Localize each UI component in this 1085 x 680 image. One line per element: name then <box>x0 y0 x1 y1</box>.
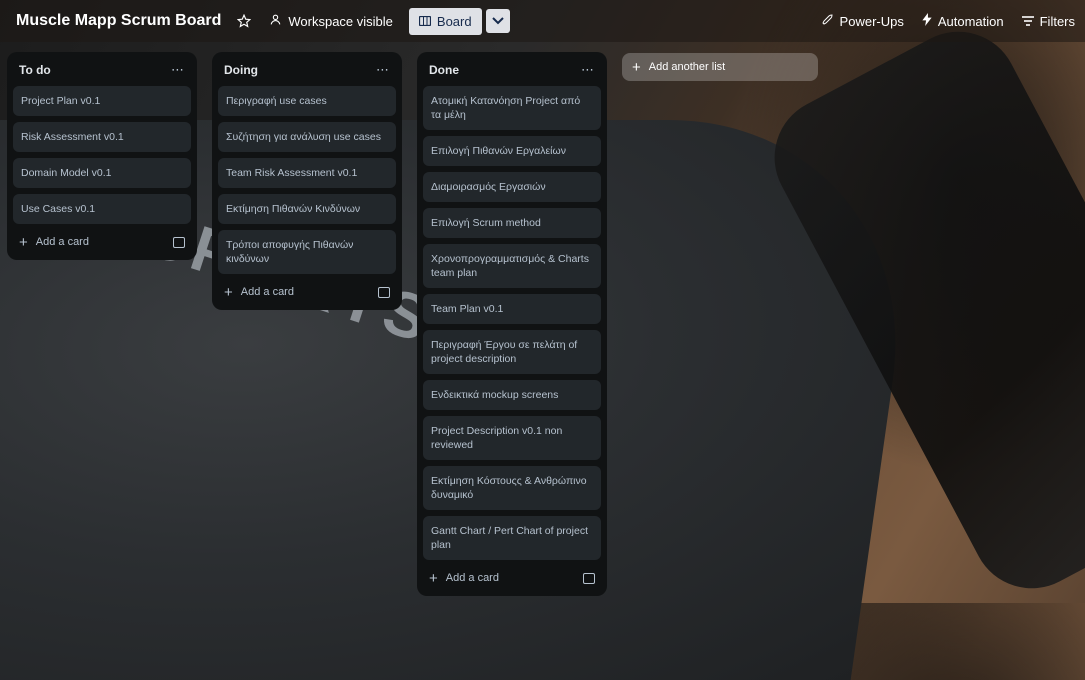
add-list-button[interactable]: + Add another list <box>622 53 818 81</box>
list-header: Doing ⋯ <box>212 52 402 86</box>
board-view-label: Board <box>436 13 472 29</box>
plus-icon: + <box>224 283 233 301</box>
more-icon[interactable]: ⋯ <box>581 62 595 78</box>
filters-button[interactable]: Filters <box>1021 13 1075 29</box>
card[interactable]: Περιγραφή use cases <box>218 86 396 116</box>
add-card-row: + Add a card <box>7 230 197 252</box>
card[interactable]: Συζήτηση για ανάλυση use cases <box>218 122 396 152</box>
lightning-icon <box>922 13 932 29</box>
more-icon[interactable]: ⋯ <box>171 62 185 78</box>
list-title[interactable]: Done <box>429 63 459 77</box>
card[interactable]: Domain Model v0.1 <box>13 158 191 188</box>
add-card-button[interactable]: + Add a card <box>224 283 294 301</box>
list-to-do: To do ⋯ Project Plan v0.1 Risk Assessmen… <box>7 52 197 260</box>
board-view-button[interactable]: Board <box>408 7 482 35</box>
rocket-icon <box>821 13 834 29</box>
visibility-button[interactable]: Workspace visible <box>269 13 393 29</box>
plus-icon: + <box>632 58 641 76</box>
card[interactable]: Project Plan v0.1 <box>13 86 191 116</box>
template-icon[interactable] <box>378 286 390 298</box>
card[interactable]: Team Risk Assessment v0.1 <box>218 158 396 188</box>
card[interactable]: Project Description v0.1 non reviewed <box>423 416 601 460</box>
board-header: Muscle Mapp Scrum Board Workspace visibl… <box>0 0 1085 42</box>
filter-icon <box>1021 14 1034 29</box>
card[interactable]: Εκτίμηση Πιθανών Κινδύνων <box>218 194 396 224</box>
card[interactable]: Επιλογή Πιθανών Εργαλείων <box>423 136 601 166</box>
template-icon[interactable] <box>173 236 185 248</box>
card[interactable]: Επιλογή Scrum method <box>423 208 601 238</box>
template-icon[interactable] <box>583 572 595 584</box>
card[interactable]: Χρονοπρογραμματισμός & Charts team plan <box>423 244 601 288</box>
add-list-label: Add another list <box>648 61 726 73</box>
chevron-down-icon[interactable] <box>485 9 510 33</box>
card[interactable]: Risk Assessment v0.1 <box>13 122 191 152</box>
add-card-label: Add a card <box>445 572 499 584</box>
card[interactable]: Περιγραφή Έργου σε πελάτη of project des… <box>423 330 601 374</box>
filters-label: Filters <box>1039 13 1075 29</box>
board-icon <box>418 14 432 29</box>
card[interactable]: Team Plan v0.1 <box>423 294 601 324</box>
power-ups-label: Power-Ups <box>839 13 904 29</box>
list-title[interactable]: Doing <box>224 63 258 77</box>
automation-button[interactable]: Automation <box>922 13 1004 29</box>
card[interactable]: Τρόποι αποφυγής Πιθανών κινδύνων <box>218 230 396 274</box>
board-title[interactable]: Muscle Mapp Scrum Board <box>16 12 221 30</box>
more-icon[interactable]: ⋯ <box>376 62 390 78</box>
plus-icon: + <box>429 569 438 587</box>
list-header: To do ⋯ <box>7 52 197 86</box>
list-done: Done ⋯ Ατομική Κατανόηση Project από τα … <box>417 52 607 596</box>
add-card-row: + Add a card <box>417 566 607 588</box>
list-header: Done ⋯ <box>417 52 607 86</box>
list-doing: Doing ⋯ Περιγραφή use cases Συζήτηση για… <box>212 52 402 310</box>
add-card-button[interactable]: + Add a card <box>19 233 89 251</box>
card[interactable]: Ενδεικτικά mockup screens <box>423 380 601 410</box>
add-card-button[interactable]: + Add a card <box>429 569 499 587</box>
workspace-icon <box>269 13 282 29</box>
power-ups-button[interactable]: Power-Ups <box>821 13 904 29</box>
card[interactable]: Εκτίμηση Κόστουςς & Ανθρώπινο δυναμικό <box>423 466 601 510</box>
add-card-row: + Add a card <box>212 280 402 302</box>
card[interactable]: Use Cases v0.1 <box>13 194 191 224</box>
add-card-label: Add a card <box>240 286 294 298</box>
list-title[interactable]: To do <box>19 63 51 77</box>
header-actions: Power-Ups Automation Filters <box>821 0 1075 42</box>
card[interactable]: Διαμοιρασμός Εργασιών <box>423 172 601 202</box>
visibility-label: Workspace visible <box>288 13 393 29</box>
add-card-label: Add a card <box>35 236 89 248</box>
card[interactable]: Gantt Chart / Pert Chart of project plan <box>423 516 601 560</box>
card[interactable]: Ατομική Κατανόηση Project από τα μέλη <box>423 86 601 130</box>
plus-icon: + <box>19 233 28 251</box>
star-icon[interactable] <box>237 14 252 28</box>
automation-label: Automation <box>937 13 1004 29</box>
